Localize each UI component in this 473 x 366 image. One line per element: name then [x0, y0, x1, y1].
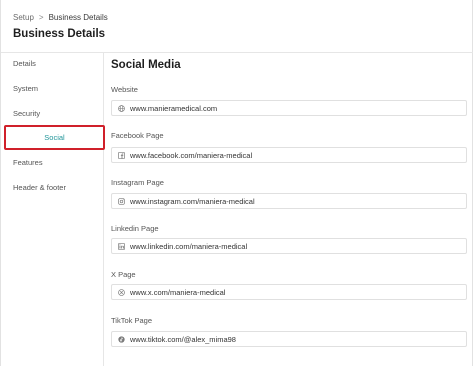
x-page-field[interactable] [111, 284, 467, 300]
sidebar-item-features[interactable]: Features [13, 158, 43, 167]
sidebar-item-system[interactable]: System [13, 84, 38, 93]
tiktok-input[interactable] [130, 334, 450, 344]
tiktok-label: TikTok Page [111, 316, 152, 325]
section-title: Social Media [111, 59, 181, 71]
sidebar-item-security[interactable]: Security [13, 109, 40, 118]
breadcrumb-separator: > [38, 13, 44, 22]
breadcrumb: Setup > Business Details [13, 13, 108, 22]
website-label: Website [111, 85, 138, 94]
instagram-field[interactable] [111, 193, 467, 209]
linkedin-icon [118, 242, 125, 250]
linkedin-field[interactable] [111, 238, 467, 254]
page-title: Business Details [13, 28, 106, 40]
x-page-label: X Page [111, 270, 136, 279]
tiktok-field[interactable] [111, 331, 467, 347]
facebook-input[interactable] [130, 150, 450, 160]
sidebar-item-header-footer[interactable]: Header & footer [13, 183, 66, 192]
instagram-input[interactable] [130, 196, 450, 206]
facebook-field[interactable] [111, 147, 467, 163]
website-input[interactable] [130, 103, 450, 113]
globe-icon [118, 104, 125, 112]
settings-sidebar: Details System Security Social Features … [1, 53, 105, 366]
breadcrumb-current: Business Details [48, 13, 108, 22]
linkedin-label: Linkedin Page [111, 224, 159, 233]
facebook-icon [118, 151, 125, 159]
facebook-label: Facebook Page [111, 131, 164, 140]
linkedin-input[interactable] [130, 241, 450, 251]
instagram-label: Instagram Page [111, 178, 164, 187]
sidebar-item-social[interactable]: Social [4, 125, 105, 150]
app-frame: Setup > Business Details Business Details … [0, 0, 473, 366]
tiktok-icon [118, 335, 125, 343]
x-icon [118, 288, 125, 296]
instagram-icon [118, 197, 125, 205]
breadcrumb-root[interactable]: Setup [13, 13, 34, 22]
sidebar-item-details[interactable]: Details [13, 59, 36, 68]
x-page-input[interactable] [130, 287, 450, 297]
website-field[interactable] [111, 100, 467, 116]
